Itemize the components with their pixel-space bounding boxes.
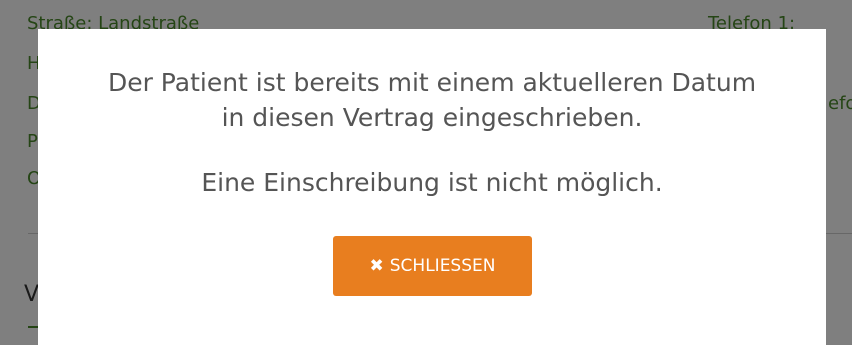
close-icon: ✖ [369, 256, 384, 276]
dialog-message-line: Der Patient ist bereits mit einem aktuel… [107, 68, 757, 97]
dialog-message: Der Patient ist bereits mit einem aktuel… [38, 65, 826, 135]
page: Straße: Landstraße Telefon 1: H D P O ef… [0, 0, 852, 345]
dialog-submessage: Eine Einschreibung ist nicht möglich. [201, 168, 663, 197]
dialog-message-line: in diesen Vertrag eingeschrieben. [221, 103, 643, 132]
close-button[interactable]: ✖ SCHLIESSEN [333, 236, 532, 296]
alert-dialog: Der Patient ist bereits mit einem aktuel… [38, 29, 826, 345]
close-button-label: SCHLIESSEN [389, 256, 496, 276]
